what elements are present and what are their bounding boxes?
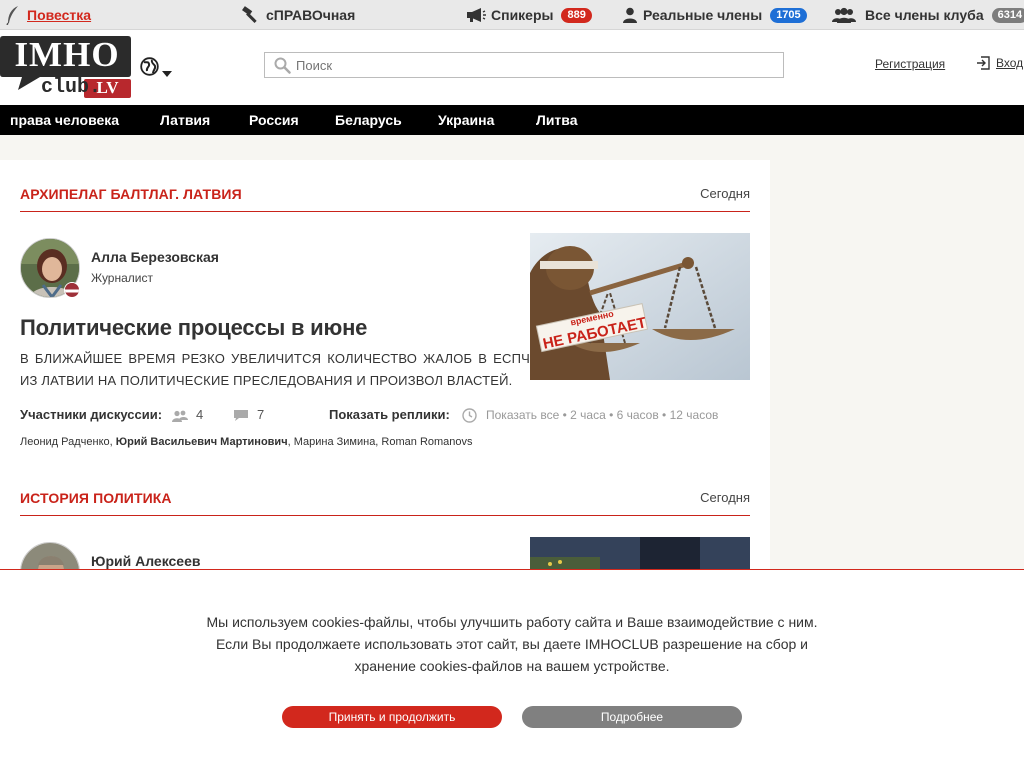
search-input[interactable] (296, 56, 776, 74)
clock-icon (462, 408, 477, 428)
language-selector[interactable] (140, 57, 174, 77)
all-members-label: Все члены клуба (865, 7, 984, 23)
megaphone-icon (466, 7, 486, 23)
site-logo[interactable]: IMHO club. LV (0, 34, 132, 100)
logo-domain: LV (96, 78, 119, 97)
reference-label: сПРАВОчная (266, 7, 356, 23)
replies-options[interactable]: Показать все • 2 часа • 6 часов • 12 час… (486, 408, 718, 422)
accept-cookies-button[interactable]: Принять и продолжить (282, 706, 502, 728)
nav-item-belarus[interactable]: Беларусь (335, 105, 402, 135)
comment-icon (233, 409, 249, 427)
participant-names-end[interactable]: , Марина Зимина, Roman Romanovs (288, 436, 473, 448)
users-group-icon (832, 7, 856, 23)
cookie-text: Мы используем cookies-файлы, чтобы улучш… (206, 614, 818, 674)
cookie-banner: Мы используем cookies-файлы, чтобы улучш… (0, 569, 1024, 768)
section-header: АРХИПЕЛАГ БАЛТЛАГ. ЛАТВИЯ Сегодня (20, 182, 750, 212)
author-name[interactable]: Юрий Алексеев (91, 553, 200, 569)
participants-count: 4 (196, 407, 204, 422)
speakers-count-badge: 889 (561, 7, 592, 23)
all-members-count-badge: 6314 (991, 7, 1024, 23)
author-role: Журналист (91, 271, 153, 285)
register-link[interactable]: Регистрация (875, 57, 945, 71)
main-nav: права человека Латвия Россия Беларусь Ук… (0, 105, 1024, 135)
participant-names-start[interactable]: Леонид Радченко, (20, 436, 116, 448)
real-members-count-badge: 1705 (770, 7, 807, 23)
login-icon (976, 56, 990, 70)
speakers-label: Спикеры (491, 7, 554, 23)
participants-label: Участники дискуссии: (20, 407, 163, 422)
hammer-icon (241, 6, 261, 24)
search-field[interactable] (264, 52, 784, 78)
real-members-label: Реальные члены (643, 7, 763, 23)
site-header: IMHO club. LV Регистрация Вход (0, 30, 1024, 105)
logo-imho: IMHO (14, 35, 120, 74)
agenda-link-wrap[interactable]: Повестка (6, 0, 91, 30)
real-members-link[interactable]: Реальные члены 1705 (623, 0, 807, 30)
section-header: ИСТОРИЯ ПОЛИТИКА Сегодня (20, 486, 750, 516)
nav-item-human-rights[interactable]: права человека (10, 105, 119, 135)
login-link[interactable]: Вход (976, 56, 1023, 70)
cookie-details-button[interactable]: Подробнее (522, 706, 742, 728)
article-lead: В ближайшее время резко увеличится колич… (20, 351, 530, 388)
speakers-link[interactable]: Спикеры 889 (466, 0, 592, 30)
nav-item-ukraine[interactable]: Украина (438, 105, 494, 135)
feather-icon (6, 5, 20, 26)
nav-item-russia[interactable]: Россия (249, 105, 299, 135)
comments-count: 7 (257, 407, 265, 422)
chevron-down-icon (162, 64, 172, 82)
article-headline[interactable]: Политические процессы в июне (20, 315, 367, 341)
nav-item-lithuania[interactable]: Литва (536, 105, 578, 135)
search-icon (274, 57, 291, 79)
user-icon (623, 7, 637, 23)
latvia-flag-icon (64, 282, 80, 298)
participant-names: Леонид Радченко, Юрий Васильевич Мартино… (20, 436, 473, 448)
all-members-link[interactable]: Все члены клуба 6314 (832, 0, 1024, 30)
reference-link[interactable]: сПРАВОчная (241, 0, 355, 30)
participants-icon (172, 409, 188, 427)
article-image[interactable]: временно НЕ РАБОТАЕТ (530, 233, 750, 380)
login-label: Вход (996, 56, 1024, 70)
participant-name-highlight[interactable]: Юрий Васильевич Мартинович (116, 436, 288, 448)
section-title[interactable]: АРХИПЕЛАГ БАЛТЛАГ. ЛАТВИЯ (20, 186, 242, 202)
replies-label: Показать реплики: (329, 407, 450, 422)
agenda-link[interactable]: Повестка (27, 7, 91, 23)
globe-icon (140, 57, 159, 81)
section-date: Сегодня (700, 186, 750, 201)
section-date: Сегодня (700, 490, 750, 505)
author-name[interactable]: Алла Березовская (91, 249, 219, 265)
top-strip: Повестка сПРАВОчная Спикеры 889 Реальные… (0, 0, 1024, 30)
section-title[interactable]: ИСТОРИЯ ПОЛИТИКА (20, 490, 172, 506)
nav-item-latvia[interactable]: Латвия (160, 105, 210, 135)
